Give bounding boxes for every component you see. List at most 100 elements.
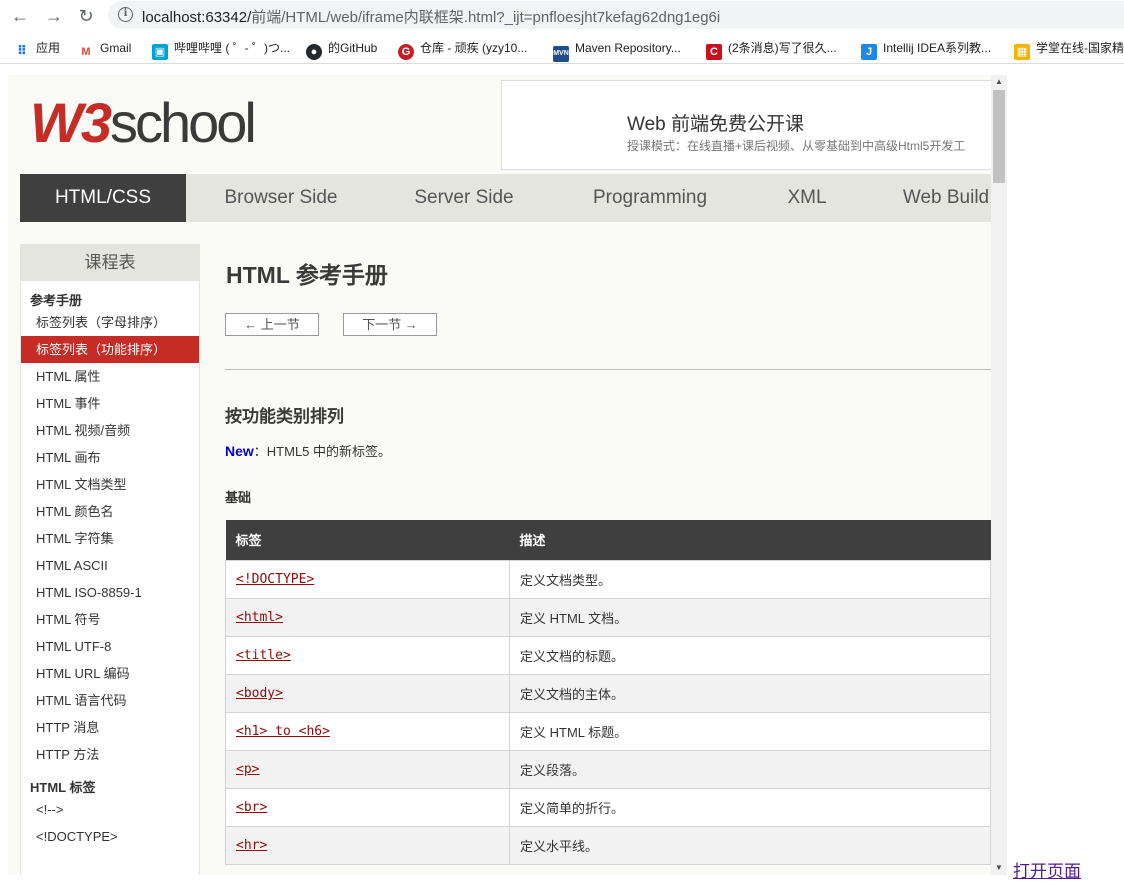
description-cell: 定义文档的主体。 bbox=[509, 673, 991, 713]
forward-arrow-icon[interactable]: → bbox=[42, 4, 66, 28]
bookmark-gmail[interactable]: M Gmail bbox=[78, 39, 131, 58]
tag-cell: <br> bbox=[225, 787, 510, 827]
tag-link[interactable]: <p> bbox=[236, 762, 259, 777]
ad-title: Web 前端免费公开课 bbox=[627, 114, 805, 135]
column-header-description: 描述 bbox=[509, 520, 991, 560]
bilibili-icon: ▣ bbox=[152, 44, 168, 60]
github-icon: ● bbox=[306, 44, 322, 60]
sidebar-item[interactable]: HTML 视频/音频 bbox=[21, 417, 199, 444]
tag-link[interactable]: <!DOCTYPE> bbox=[236, 572, 314, 587]
address-bar: ← → ↻ i localhost:63342/前端/HTML/web/ifra… bbox=[0, 0, 1124, 32]
bookmark-bilibili[interactable]: ▣ 哔哩哔哩 ( ゜- ゜)つ... bbox=[152, 39, 290, 60]
new-note-text: ：HTML5 中的新标签。 bbox=[253, 444, 392, 459]
tag-link[interactable]: <br> bbox=[236, 800, 267, 815]
gmail-icon: M bbox=[81, 46, 91, 58]
new-note: New：HTML5 中的新标签。 bbox=[225, 441, 391, 460]
ad-subtitle: 授课模式：在线直播+课后视频、从零基础到中高级Html5开发工 bbox=[627, 139, 966, 153]
iframe-scrollbar[interactable]: ▲ ▼ bbox=[991, 75, 1007, 875]
sidebar-item[interactable]: HTML 符号 bbox=[21, 606, 199, 633]
tag-cell: <p> bbox=[225, 749, 510, 789]
tag-cell: <title> bbox=[225, 635, 510, 675]
bookmark-maven[interactable]: MVN Maven Repository... bbox=[553, 39, 681, 62]
tag-cell: <h1> to <h6> bbox=[225, 711, 510, 751]
sidebar-section-reference: 参考手册 bbox=[30, 293, 83, 308]
bookmark-csdn[interactable]: C (2条消息)写了很久... bbox=[706, 39, 837, 60]
description-cell: 定义 HTML 标题。 bbox=[509, 711, 991, 751]
sidebar-item[interactable]: HTML ASCII bbox=[21, 552, 199, 579]
bookmarks-bar: ⠿ 应用 M Gmail ▣ 哔哩哔哩 ( ゜- ゜)つ... ● 的GitHub G仓… bbox=[0, 32, 1124, 64]
sidebar-item[interactable]: HTML 事件 bbox=[21, 390, 199, 417]
tag-link[interactable]: <h1> to <h6> bbox=[236, 724, 330, 739]
open-page-link[interactable]: 打开页面 bbox=[1013, 857, 1081, 882]
sidebar-item[interactable]: HTML 属性 bbox=[21, 363, 199, 390]
w3school-logo[interactable]: W3school bbox=[30, 93, 257, 153]
bookmark-gitee[interactable]: G 仓库 - 顽疾 (yzy10... bbox=[398, 39, 527, 60]
column-header-tag: 标签 bbox=[225, 520, 510, 560]
sidebar-item[interactable]: HTML URL 编码 bbox=[21, 660, 199, 687]
tag-link[interactable]: <body> bbox=[236, 686, 283, 701]
sidebar-item[interactable]: <!--> bbox=[21, 796, 199, 823]
url-input[interactable]: i localhost:63342/前端/HTML/web/iframe内联框架… bbox=[108, 1, 1124, 29]
sidebar-item[interactable]: HTTP 消息 bbox=[21, 714, 199, 741]
nav-xml[interactable]: XML bbox=[748, 174, 866, 222]
url-text: localhost:63342/前端/HTML/web/iframe内联框架.h… bbox=[142, 9, 721, 26]
description-cell: 定义文档类型。 bbox=[509, 559, 991, 599]
bookmark-intellij[interactable]: J Intellij IDEA系列教... bbox=[861, 39, 991, 60]
tag-link[interactable]: <html> bbox=[236, 610, 283, 625]
info-icon[interactable]: i bbox=[118, 7, 133, 22]
top-navigation: HTML/CSS Browser Side Server Side Progra… bbox=[20, 174, 991, 222]
sidebar-item[interactable]: HTML 文档类型 bbox=[21, 471, 199, 498]
sidebar-item[interactable]: HTML 语言代码 bbox=[21, 687, 199, 714]
sidebar-item[interactable]: HTML 字符集 bbox=[21, 525, 199, 552]
subsection-heading: 基础 bbox=[225, 490, 252, 505]
sidebar-item[interactable]: HTML 颜色名 bbox=[21, 498, 199, 525]
prev-section-button[interactable]: ← 上一节 bbox=[225, 313, 319, 336]
nav-web-build[interactable]: Web Build bbox=[866, 174, 991, 222]
sidebar-item[interactable]: HTTP 方法 bbox=[21, 741, 199, 768]
description-cell: 定义简单的折行。 bbox=[509, 787, 991, 827]
nav-programming[interactable]: Programming bbox=[552, 174, 748, 222]
sidebar-item[interactable]: <!DOCTYPE> bbox=[21, 823, 199, 850]
scroll-down-icon[interactable]: ▼ bbox=[991, 861, 1007, 875]
reload-icon[interactable]: ↻ bbox=[74, 4, 98, 28]
gitee-icon: G bbox=[398, 44, 414, 60]
scrollbar-thumb[interactable] bbox=[993, 90, 1005, 183]
bookmark-xuetang[interactable]: ▦ 学堂在线-国家精 bbox=[1014, 39, 1124, 60]
tag-cell: <html> bbox=[225, 597, 510, 637]
nav-browser-side[interactable]: Browser Side bbox=[186, 174, 376, 222]
page-title: HTML 参考手册 bbox=[226, 262, 388, 288]
description-cell: 定义水平线。 bbox=[509, 825, 991, 865]
iframe-content: W3school Web 前端免费公开课 授课模式：在线直播+课后视频、从零基础… bbox=[8, 75, 991, 875]
ad-banner[interactable]: Web 前端免费公开课 授课模式：在线直播+课后视频、从零基础到中高级Html5… bbox=[501, 80, 991, 170]
tag-link[interactable]: <hr> bbox=[236, 838, 267, 853]
nav-server-side[interactable]: Server Side bbox=[376, 174, 552, 222]
description-cell: 定义 HTML 文档。 bbox=[509, 597, 991, 637]
next-section-button[interactable]: 下一节 → bbox=[343, 313, 437, 336]
apps-grid-icon: ⠿ bbox=[16, 43, 28, 58]
tag-link[interactable]: <title> bbox=[236, 648, 291, 663]
sidebar-item[interactable]: HTML UTF-8 bbox=[21, 633, 199, 660]
table-row: <title> 定义文档的标题。 bbox=[225, 635, 991, 675]
table-row: <body> 定义文档的主体。 bbox=[225, 673, 991, 713]
sidebar-item[interactable]: HTML ISO-8859-1 bbox=[21, 579, 199, 606]
xuetang-icon: ▦ bbox=[1014, 44, 1030, 60]
nav-html-css[interactable]: HTML/CSS bbox=[20, 174, 186, 222]
iframe-view: W3school Web 前端免费公开课 授课模式：在线直播+课后视频、从零基础… bbox=[8, 75, 1007, 875]
sidebar-item-active[interactable]: 标签列表（功能排序） bbox=[21, 336, 199, 363]
table-row: <p> 定义段落。 bbox=[225, 749, 991, 789]
sidebar-item[interactable]: HTML 画布 bbox=[21, 444, 199, 471]
sidebar-item[interactable]: 标签列表（字母排序） bbox=[21, 309, 199, 336]
table-row: <hr> 定义水平线。 bbox=[225, 825, 991, 865]
new-label: New bbox=[225, 443, 254, 459]
table-row: <html> 定义 HTML 文档。 bbox=[225, 597, 991, 637]
tag-cell: <hr> bbox=[225, 825, 510, 865]
reference-table: 标签 描述 <!DOCTYPE> 定义文档类型。 <html> 定义 HTML … bbox=[225, 520, 991, 865]
description-cell: 定义段落。 bbox=[509, 749, 991, 789]
back-arrow-icon[interactable]: ← bbox=[8, 4, 32, 28]
main-content: HTML 参考手册 ← 上一节 下一节 → 按功能类别排列 New：HTML5 … bbox=[225, 244, 991, 875]
bookmark-apps[interactable]: ⠿ 应用 bbox=[14, 39, 60, 58]
bookmark-github[interactable]: ● 的GitHub bbox=[306, 39, 377, 60]
table-row: <h1> to <h6> 定义 HTML 标题。 bbox=[225, 711, 991, 751]
scroll-up-icon[interactable]: ▲ bbox=[991, 75, 1007, 89]
tag-cell: <body> bbox=[225, 673, 510, 713]
